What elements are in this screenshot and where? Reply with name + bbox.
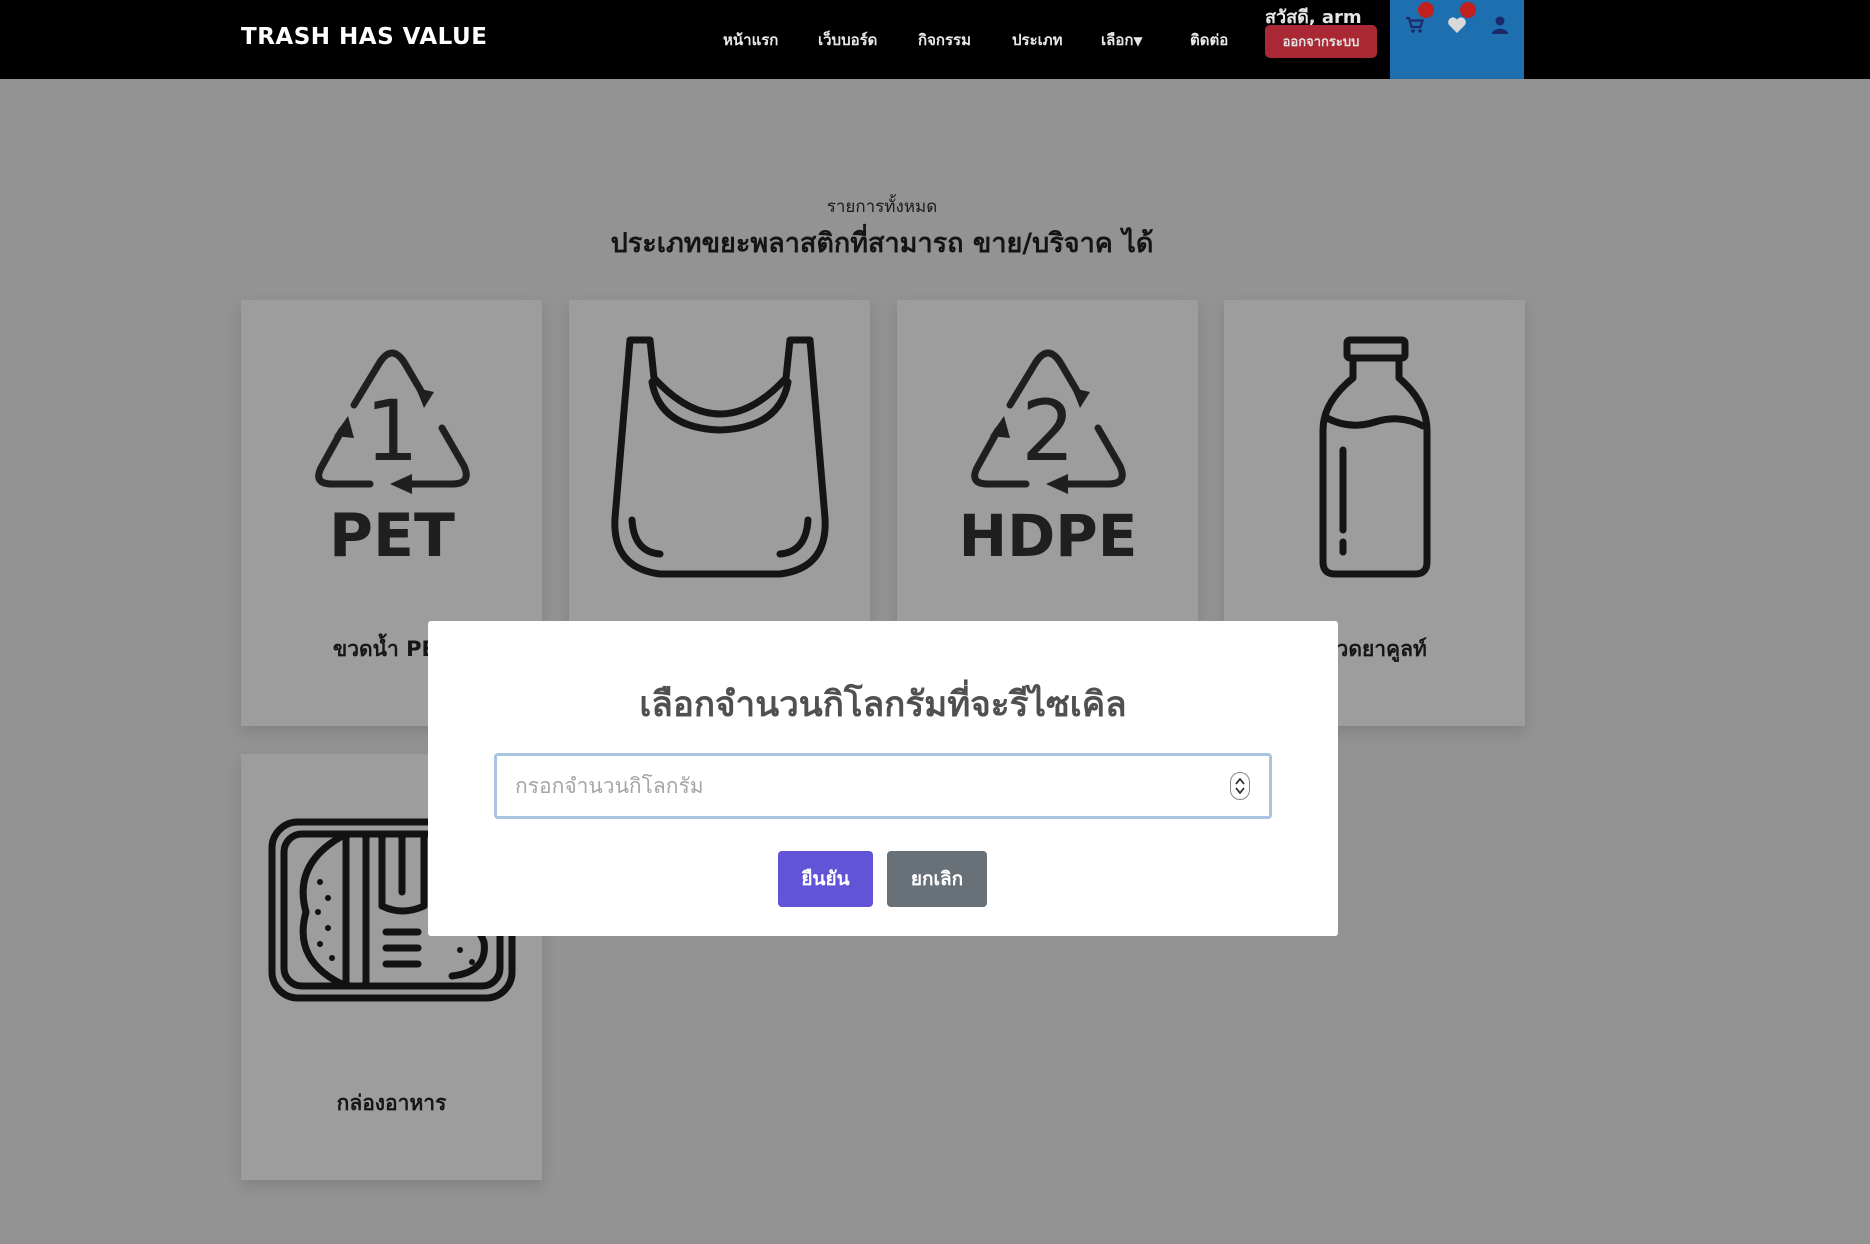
pet-code: PET [329, 501, 455, 570]
nav-link-select-label: เลือก [1101, 31, 1134, 49]
logout-button[interactable]: ออกจากระบบ [1265, 25, 1377, 58]
cart-icon[interactable] [1402, 2, 1434, 38]
pet-recycle-icon: 1 PET [241, 330, 542, 590]
nav-link-categories[interactable]: ประเภท [1012, 28, 1063, 52]
plastic-bag-icon [569, 330, 870, 590]
nav-link-select-dropdown[interactable]: เลือก▼ [1101, 28, 1143, 52]
nav-link-activities[interactable]: กิจกรรม [918, 28, 971, 52]
card-label: กล่องอาหาร [336, 1091, 447, 1115]
bottle-icon [1224, 330, 1525, 590]
recycle-weight-modal: เลือกจำนวนกิโลกรัมที่จะรีไซเคิล ยืนยัน ย… [428, 621, 1338, 936]
hdpe-recycle-icon: 2 HDPE [897, 330, 1198, 590]
nav-link-home[interactable]: หน้าแรก [723, 28, 778, 52]
page-title: ประเภทขยะพลาสติกที่สามารถ ขาย/บริจาค ได้ [610, 228, 1154, 259]
nav-link-contact[interactable]: ติดต่อ [1190, 28, 1228, 52]
nav-icon-panel [1390, 0, 1524, 79]
modal-title: เลือกจำนวนกิโลกรัมที่จะรีไซเคิล [639, 685, 1127, 725]
navbar: TRASH HAS VALUE หน้าแรก เว็บบอร์ด กิจกรร… [0, 0, 1870, 79]
user-icon[interactable] [1487, 12, 1513, 38]
section-subtitle: รายการทั้งหมด [826, 197, 938, 217]
confirm-button[interactable]: ยืนยัน [778, 851, 873, 907]
kilogram-input[interactable] [494, 753, 1272, 819]
number-stepper-icon[interactable] [1230, 772, 1250, 800]
hdpe-number: 2 [1021, 382, 1074, 480]
cart-badge [1418, 2, 1434, 18]
hdpe-code: HDPE [958, 502, 1137, 570]
nav-link-webboard[interactable]: เว็บบอร์ด [818, 28, 877, 52]
pet-number: 1 [365, 382, 418, 480]
wishlist-badge [1460, 2, 1476, 18]
brand-logo[interactable]: TRASH HAS VALUE [241, 24, 487, 50]
chevron-down-icon: ▼ [1133, 34, 1143, 48]
cancel-button[interactable]: ยกเลิก [887, 851, 987, 907]
heart-icon[interactable] [1444, 2, 1476, 38]
